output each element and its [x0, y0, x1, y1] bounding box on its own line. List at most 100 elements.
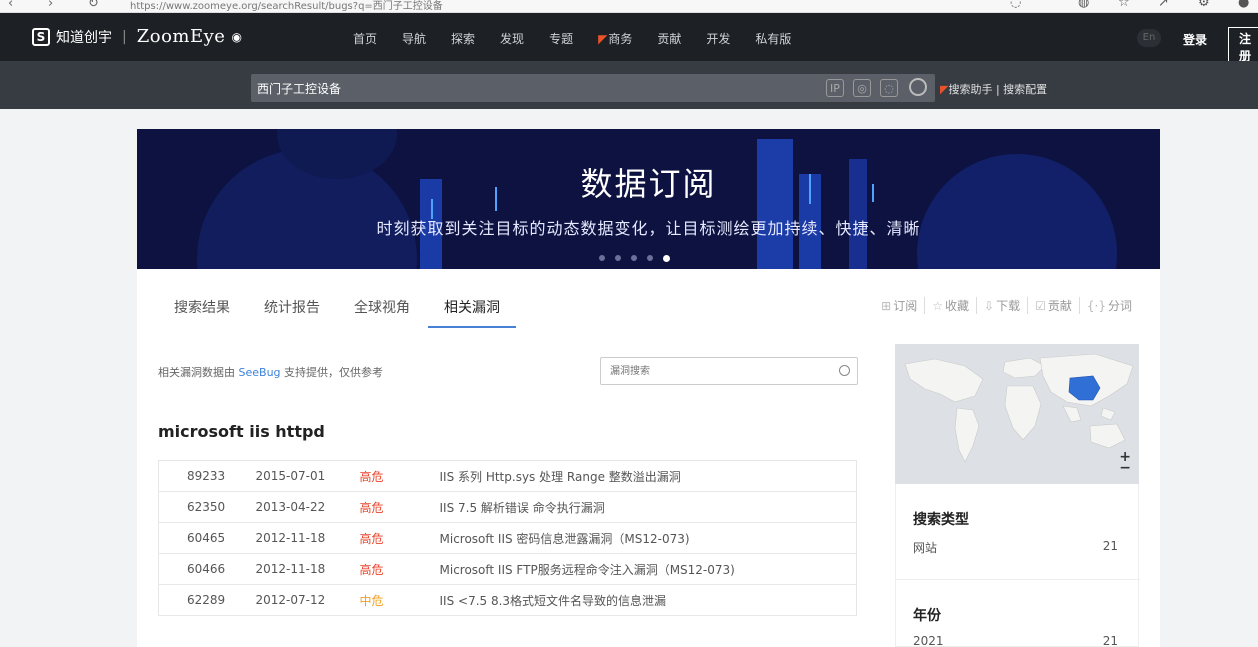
- carousel-dot[interactable]: [631, 255, 637, 261]
- tab-global-view[interactable]: 全球视角: [354, 297, 410, 328]
- vuln-search-input[interactable]: [610, 362, 830, 380]
- menu-item-discover[interactable]: 发现: [500, 30, 524, 47]
- table-row[interactable]: 60465 2012-11-18 高危 Microsoft IIS 密码信息泄露…: [158, 522, 857, 554]
- tokenize-label: 分词: [1107, 299, 1132, 313]
- carousel-dot[interactable]: [615, 255, 621, 261]
- vuln-level: 中危: [359, 584, 440, 616]
- menu-item-business-label: 商务: [608, 32, 633, 46]
- vuln-title[interactable]: IIS 7.5 解析错误 命令执行漏洞: [439, 491, 857, 523]
- vuln-date: 2012-11-18: [255, 522, 360, 554]
- facet-divider: [896, 579, 1140, 580]
- login-link[interactable]: 登录: [1183, 31, 1207, 48]
- back-icon[interactable]: ‹: [8, 0, 13, 11]
- banner-subtitle: 时刻获取到关注目标的动态数据变化，让目标测绘更加持续、快捷、清晰: [376, 219, 921, 238]
- logo[interactable]: S 知道创宇 | ZoomEye ◉: [32, 26, 242, 47]
- search-icon[interactable]: [909, 78, 927, 96]
- promo-banner[interactable]: 数据订阅 时刻获取到关注目标的动态数据变化，让目标测绘更加持续、快捷、清晰: [137, 129, 1160, 269]
- table-row[interactable]: 60466 2012-11-18 高危 Microsoft IIS FTP服务远…: [158, 553, 857, 585]
- account-icon[interactable]: ◍: [1078, 0, 1089, 10]
- contribute-label: 贡献: [1047, 299, 1072, 313]
- facet-count: 21: [1102, 634, 1118, 647]
- product-name: ZoomEye: [136, 26, 226, 47]
- vuln-date: 2015-07-01: [255, 460, 360, 492]
- brand-name: 知道创宇: [56, 29, 112, 46]
- tab-search-results[interactable]: 搜索结果: [174, 297, 230, 328]
- facet-panel: 搜索类型 网站 21 年份 2021 21: [895, 484, 1140, 647]
- vuln-level: 高危: [359, 553, 440, 585]
- vuln-title[interactable]: IIS <7.5 8.3格式短文件名导致的信息泄漏: [439, 584, 857, 616]
- settings-icon[interactable]: ⚙: [1198, 0, 1210, 10]
- vuln-id[interactable]: 60465: [158, 522, 256, 554]
- star-icon: ☆: [932, 299, 944, 313]
- favorites-icon[interactable]: ☆: [1118, 0, 1130, 10]
- result-tabs: 搜索结果 统计报告 全球视角 相关漏洞: [174, 297, 550, 328]
- facet-item-year[interactable]: 2021: [913, 634, 944, 647]
- vuln-title[interactable]: IIS 系列 Http.sys 处理 Range 整数溢出漏洞: [439, 460, 857, 492]
- search-icon[interactable]: [839, 365, 850, 376]
- contribute-button[interactable]: ☑ 贡献: [1027, 297, 1079, 314]
- tab-statistics-report[interactable]: 统计报告: [264, 297, 320, 328]
- ip-search-icon[interactable]: IP: [826, 79, 844, 97]
- top-navigation: S 知道创宇 | ZoomEye ◉ 首页 导航 探索 发现 专题 ◤商务 贡献…: [0, 13, 1258, 67]
- search-config-link[interactable]: 搜索配置: [1003, 83, 1047, 96]
- tokenize-button[interactable]: {·} 分词: [1078, 297, 1139, 314]
- share-icon[interactable]: ↗: [1158, 0, 1169, 10]
- vuln-id[interactable]: 60466: [158, 553, 256, 585]
- table-row[interactable]: 89233 2015-07-01 高危 IIS 系列 Http.sys 处理 R…: [158, 460, 857, 492]
- menu-item-topics[interactable]: 专题: [549, 30, 573, 47]
- menu-item-navigation[interactable]: 导航: [402, 30, 426, 47]
- vuln-date: 2012-11-18: [255, 553, 360, 585]
- address-bar[interactable]: https://www.zoomeye.org/searchResult/bug…: [130, 0, 443, 12]
- vuln-id[interactable]: 89233: [158, 460, 256, 492]
- refresh-icon[interactable]: ↻: [88, 0, 99, 11]
- facet-title-year: 年份: [913, 608, 941, 624]
- facet-count: 21: [1102, 539, 1118, 553]
- menu-item-explore[interactable]: 探索: [451, 30, 475, 47]
- tab-related-vulns[interactable]: 相关漏洞: [428, 297, 516, 328]
- vuln-id[interactable]: 62350: [158, 491, 256, 523]
- search-links: ◤搜索助手 | 搜索配置: [940, 81, 1047, 97]
- menu-item-home[interactable]: 首页: [353, 30, 377, 47]
- language-toggle[interactable]: En: [1137, 29, 1161, 47]
- favorite-label: 收藏: [945, 299, 970, 313]
- menu-item-contribute[interactable]: 贡献: [657, 30, 681, 47]
- favorite-button[interactable]: ☆ 收藏: [924, 297, 976, 314]
- world-map[interactable]: + −: [895, 344, 1139, 484]
- search-input[interactable]: [257, 77, 817, 99]
- search-assistant-link[interactable]: 搜索助手: [948, 83, 992, 96]
- carousel-dot-active[interactable]: [663, 255, 670, 262]
- vuln-table: 89233 2015-07-01 高危 IIS 系列 Http.sys 处理 R…: [158, 460, 857, 616]
- vuln-date: 2012-07-12: [255, 584, 360, 616]
- domain-search-icon[interactable]: ◌: [880, 79, 898, 97]
- code-braces-icon: {·}: [1086, 299, 1106, 313]
- profile-icon[interactable]: ●: [1238, 0, 1249, 10]
- table-row[interactable]: 62350 2013-04-22 高危 IIS 7.5 解析错误 命令执行漏洞: [158, 491, 857, 523]
- menu-item-private[interactable]: 私有版: [755, 30, 791, 47]
- contribute-icon: ☑: [1035, 299, 1046, 313]
- carousel-dot[interactable]: [647, 255, 653, 261]
- download-icon: ⇩: [984, 299, 995, 313]
- note-suffix: 支持提供，仅供参考: [284, 366, 384, 379]
- table-row[interactable]: 62289 2012-07-12 中危 IIS <7.5 8.3格式短文件名导致…: [158, 584, 857, 616]
- search-box: IP ◎ ◌: [251, 74, 935, 102]
- product-title: microsoft iis httpd: [158, 422, 325, 441]
- forward-icon[interactable]: ›: [48, 0, 53, 11]
- zoom-out-icon[interactable]: −: [1119, 461, 1131, 475]
- carousel-dot[interactable]: [599, 255, 605, 261]
- note-prefix: 相关漏洞数据由: [158, 366, 235, 379]
- facet-item-website[interactable]: 网站: [913, 539, 937, 556]
- download-button[interactable]: ⇩ 下载: [976, 297, 1027, 314]
- map-zoom-controls: + −: [1119, 450, 1131, 475]
- vuln-title[interactable]: Microsoft IIS FTP服务远程命令注入漏洞（MS12-073): [439, 553, 857, 585]
- subscribe-button[interactable]: ⊞ 订阅: [874, 297, 924, 314]
- vuln-id[interactable]: 62289: [158, 584, 256, 616]
- menu-item-business[interactable]: ◤商务: [598, 30, 632, 47]
- banner-title: 数据订阅: [580, 165, 717, 203]
- download-label: 下载: [996, 299, 1021, 313]
- vuln-title[interactable]: Microsoft IIS 密码信息泄露漏洞（MS12-073): [439, 522, 857, 554]
- extension-icon[interactable]: ◌: [1010, 0, 1021, 10]
- image-search-icon[interactable]: ◎: [853, 79, 871, 97]
- menu-item-develop[interactable]: 开发: [706, 30, 730, 47]
- seebug-link[interactable]: SeeBug: [239, 366, 281, 379]
- vuln-search-box: [600, 357, 858, 385]
